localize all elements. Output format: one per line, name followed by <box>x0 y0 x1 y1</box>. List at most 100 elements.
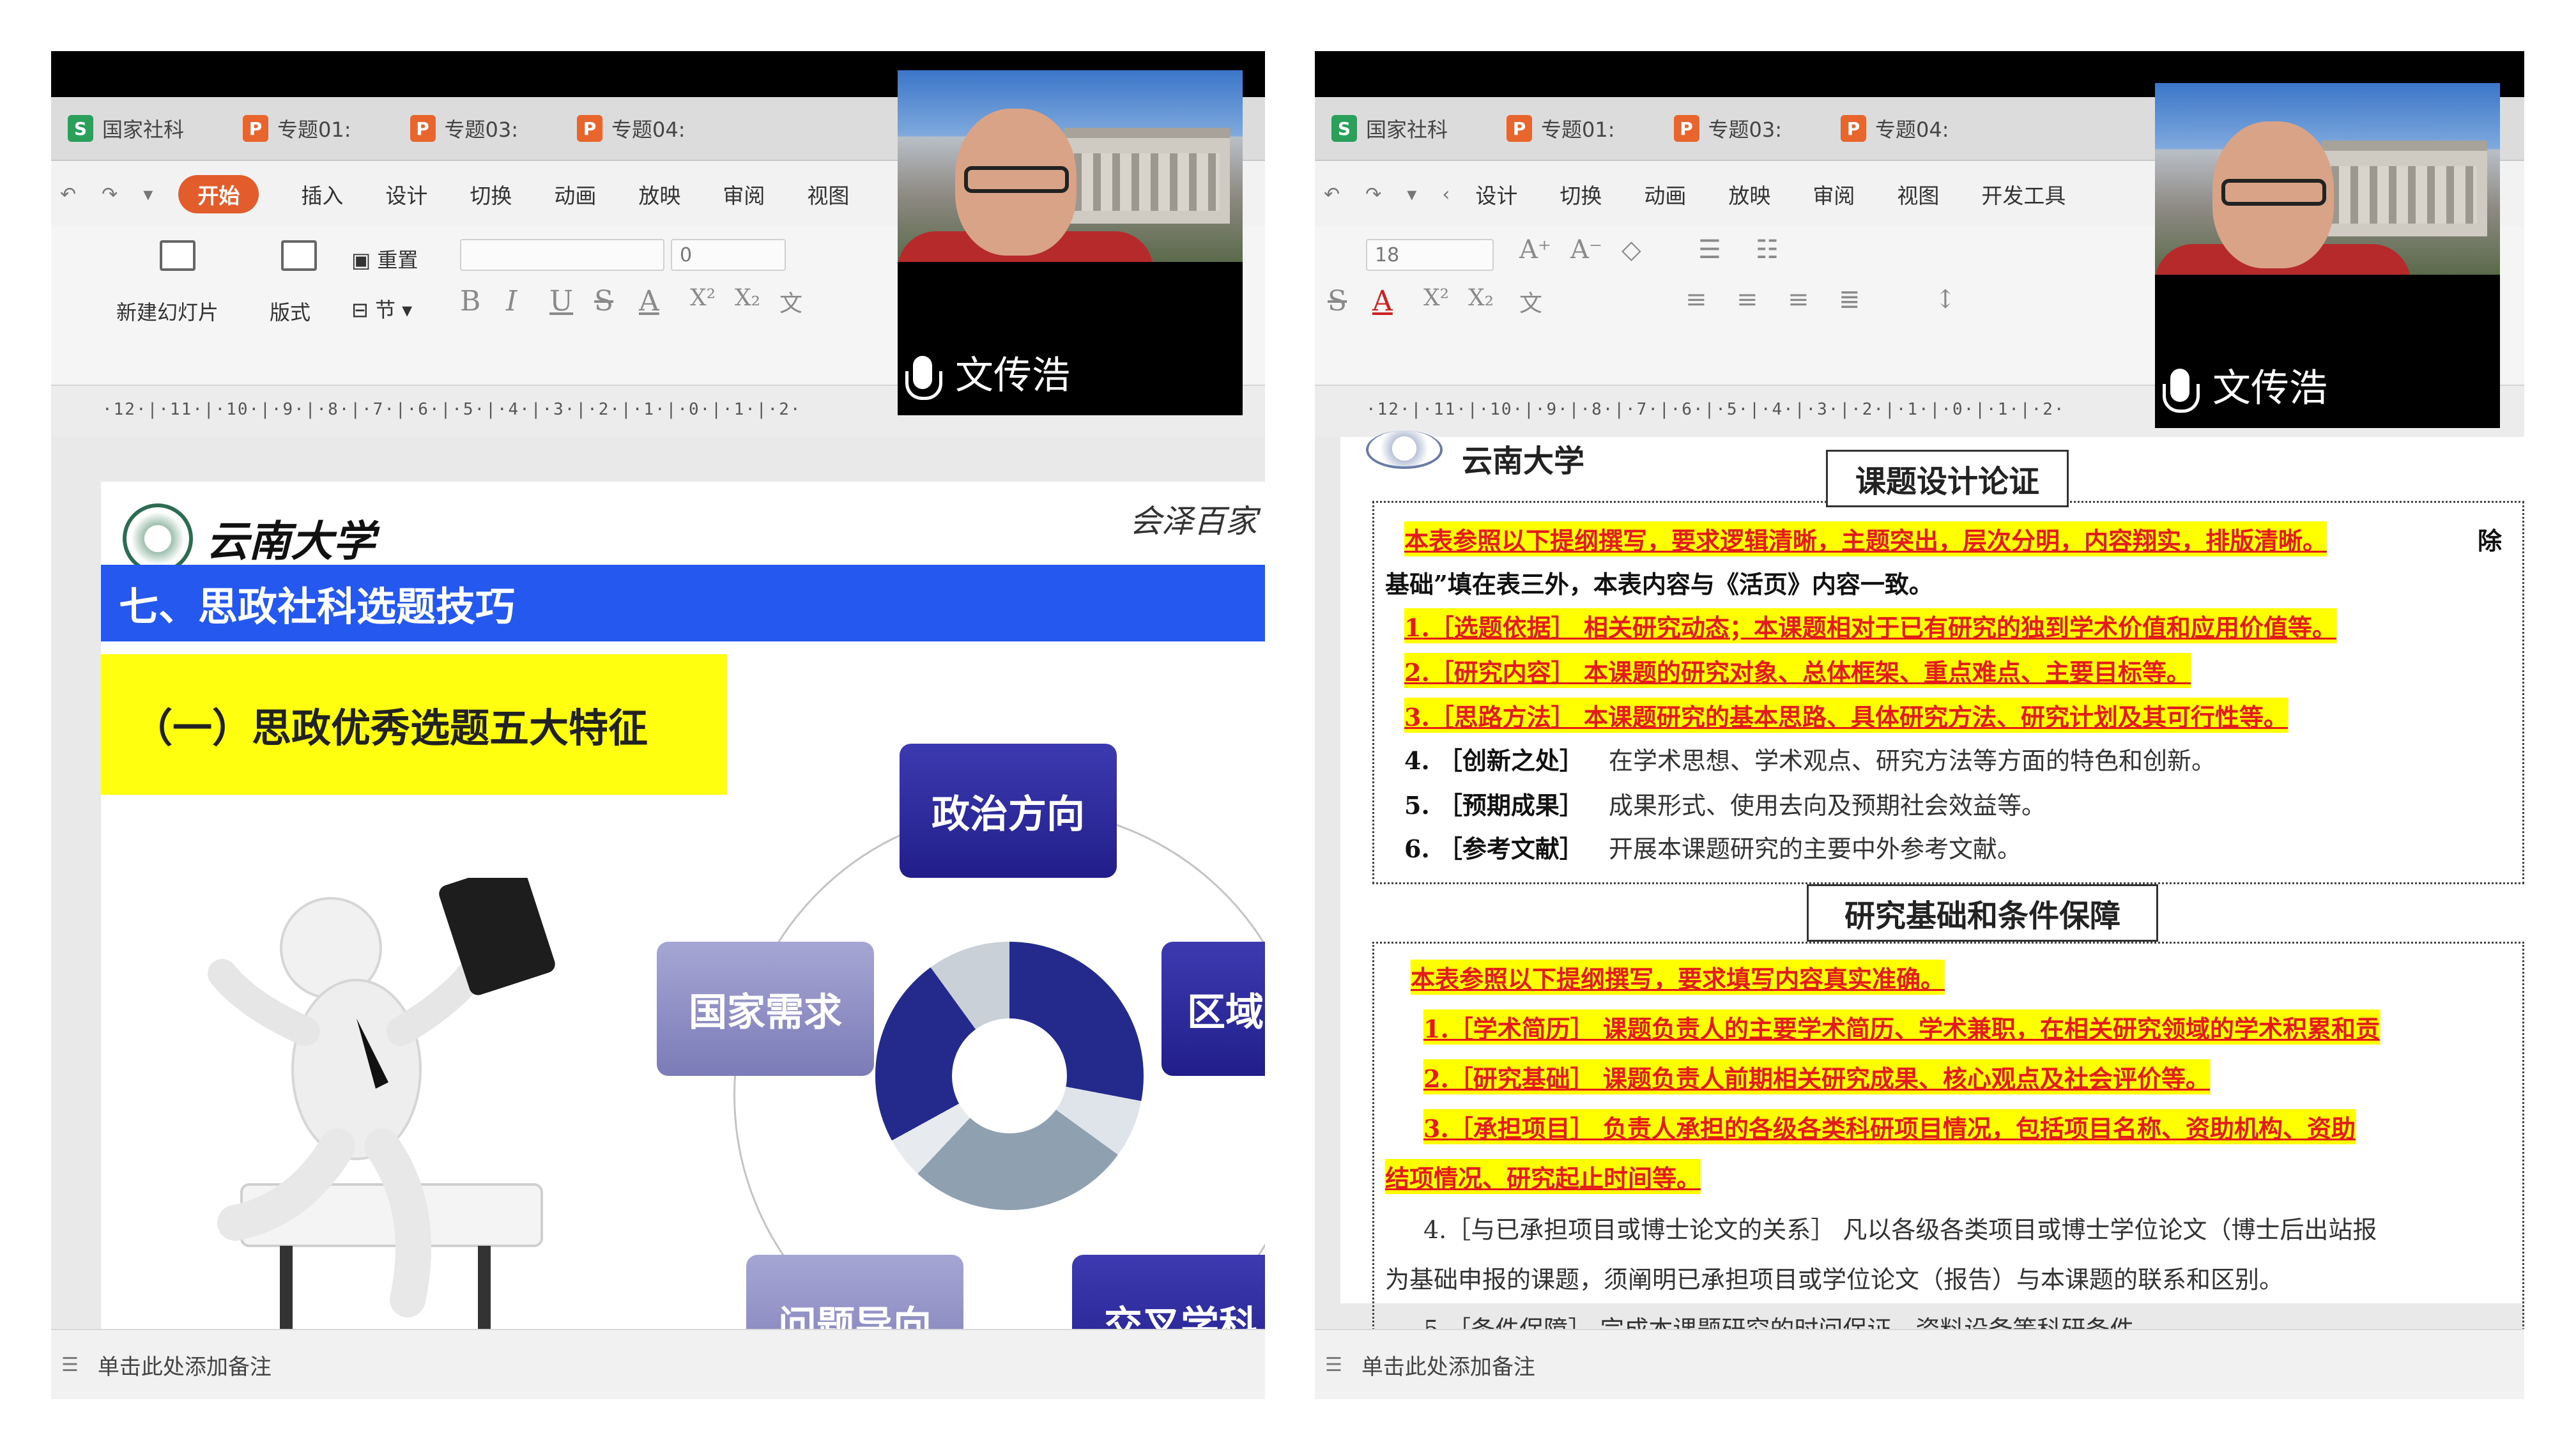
font-color-icon[interactable]: A <box>1372 285 1393 318</box>
menu-animation[interactable]: 动画 <box>1644 179 1686 210</box>
notes-bar[interactable]: ☰ 单击此处添加备注 <box>51 1329 1265 1399</box>
doc-tab-guojiasheke[interactable]: S 国家社科 <box>51 103 201 153</box>
doc-line: 2.［研究基础］ 课题负责人前期相关研究成果、核心观点及社会评价等。 <box>1423 1059 2210 1094</box>
quick-access-dropdown-icon[interactable]: ▾ <box>143 183 153 206</box>
numbered-list-icon[interactable]: ☷ <box>1756 235 1779 264</box>
doc-line: 结项情况、研究起止时间等。 <box>1385 1159 1701 1194</box>
menu-slideshow[interactable]: 放映 <box>1728 179 1770 210</box>
doc-line: 本表参照以下提纲撰写，要求填写内容真实准确。 <box>1411 960 1945 995</box>
presentation-file-icon: P <box>1841 115 1867 142</box>
undo-icon[interactable]: ↶ <box>60 183 76 206</box>
menu-start[interactable]: 开始 <box>178 175 259 213</box>
menu-design[interactable]: 设计 <box>385 179 427 210</box>
video-overlay[interactable]: 文传浩 <box>2155 83 2500 428</box>
presentation-file-icon: P <box>1506 115 1533 142</box>
video-overlay[interactable]: 文传浩 <box>898 70 1243 415</box>
font-name-field[interactable] <box>460 239 664 271</box>
phonetic-guide-icon[interactable]: 文 <box>779 285 802 318</box>
participant-name: 文传浩 <box>2212 366 2327 411</box>
slide[interactable]: 云南大学 会泽百家 七、思政社科选题技巧 （一）思政优秀选题五大特征 政治方向 <box>101 482 1265 1399</box>
right-presentation-window: S 国家社科 P 专题01: P 专题03: P 专题04: ↶ ↷ ▾ ‹ 设… <box>1315 51 2524 1399</box>
university-seal-icon <box>1366 431 1443 469</box>
doc-line: 基础”填在表三外，本表内容与《活页》内容一致。 <box>1385 570 1933 599</box>
reset-button[interactable]: ▣ 重置 <box>351 244 418 273</box>
line-spacing-icon[interactable]: ↕ <box>1935 285 1956 314</box>
menu-view[interactable]: 视图 <box>807 179 849 210</box>
doc-line: 3.［思路方法］ 本课题研究的基本思路、具体研究方法、研究计划及其可行性等。 <box>1404 698 2288 733</box>
clear-format-icon[interactable]: ◇ <box>1621 235 1641 264</box>
menu-insert[interactable]: 插入 <box>301 179 343 210</box>
menu-review[interactable]: 审阅 <box>1813 179 1855 210</box>
slide-subtitle: （一）思政优秀选题五大特征 <box>101 654 727 795</box>
superscript-icon[interactable]: X² <box>1423 285 1449 311</box>
italic-icon[interactable]: I <box>506 285 517 318</box>
menu-slideshow[interactable]: 放映 <box>638 179 680 210</box>
bold-icon[interactable]: B <box>460 285 480 318</box>
font-size-field[interactable]: 18 <box>1366 239 1494 271</box>
doc-line: 成果形式、使用去向及预期社会效益等。 <box>1609 792 2046 820</box>
align-left-icon[interactable]: ≡ <box>1685 285 1707 314</box>
doc-tab-guojiasheke[interactable]: S 国家社科 <box>1315 103 1464 153</box>
font-color-icon[interactable]: A <box>639 285 659 318</box>
doc-tab-label: 专题03: <box>444 118 519 142</box>
microphone-icon <box>2163 368 2200 413</box>
doc-line: 1.［学术简历］ 课题负责人的主要学术简历、学术兼职，在相关研究领域的学术积累和… <box>1423 1009 2380 1045</box>
bullet-list-icon[interactable]: ☰ <box>1698 235 1721 264</box>
doc-line: 3.［承担项目］ 负责人承担的各级各类科研项目情况，包括项目名称、资助机构、资助 <box>1423 1109 2356 1144</box>
notes-bar[interactable]: ☰ 单击此处添加备注 <box>1315 1329 2524 1399</box>
new-slide-button[interactable]: 新建幻灯片 <box>116 296 218 326</box>
menu-animation[interactable]: 动画 <box>554 179 596 210</box>
slide-canvas: 云南大学 会泽百家 七、思政社科选题技巧 （一）思政优秀选题五大特征 政治方向 <box>51 437 1265 1399</box>
section1-title: 课题设计论证 <box>1826 450 2069 507</box>
reset-label: 重置 <box>377 248 418 272</box>
underline-icon[interactable]: U <box>549 285 573 318</box>
university-name: 云南大学 <box>1462 443 1585 479</box>
notes-toggle-icon[interactable]: ☰ <box>1325 1354 1342 1376</box>
doc-tab-zhuanti01[interactable]: P 专题01: <box>1490 103 1632 153</box>
redo-icon[interactable]: ↷ <box>102 183 118 206</box>
menu-developer-tools[interactable]: 开发工具 <box>1981 179 2066 210</box>
menu-design[interactable]: 设计 <box>1475 179 1517 210</box>
doc-tab-zhuanti04[interactable]: P 专题04: <box>560 103 702 153</box>
strikethrough-icon[interactable]: S <box>594 285 613 318</box>
menu-review[interactable]: 审阅 <box>723 179 765 210</box>
increase-font-icon[interactable]: A⁺ <box>1519 235 1551 264</box>
notes-toggle-icon[interactable]: ☰ <box>61 1354 79 1376</box>
presentation-file-icon: P <box>577 115 603 142</box>
layout-button[interactable]: 版式 <box>270 296 310 326</box>
align-center-icon[interactable]: ≡ <box>1736 285 1758 314</box>
doc-tab-zhuanti03[interactable]: P 专题03: <box>1657 103 1799 153</box>
doc-tab-zhuanti04[interactable]: P 专题04: <box>1824 103 1966 153</box>
doc-tab-label: 专题01: <box>277 118 351 142</box>
font-size-field[interactable]: 0 <box>671 239 786 271</box>
doc-tab-zhuanti01[interactable]: P 专题01: <box>226 103 368 153</box>
menu-view[interactable]: 视图 <box>1897 179 1939 210</box>
decrease-font-icon[interactable]: A⁻ <box>1570 235 1602 264</box>
strikethrough-icon[interactable]: S <box>1328 285 1347 318</box>
phonetic-guide-icon[interactable]: 文 <box>1519 285 1542 318</box>
layout-icon[interactable] <box>281 240 317 271</box>
redo-icon[interactable]: ↷ <box>1365 183 1381 206</box>
subscript-icon[interactable]: X₂ <box>735 285 760 311</box>
collapse-ribbon-icon[interactable]: ‹ <box>1442 183 1450 206</box>
align-right-icon[interactable]: ≡ <box>1788 285 1809 314</box>
undo-icon[interactable]: ↶ <box>1324 183 1340 206</box>
menu-transition[interactable]: 切换 <box>1560 179 1602 210</box>
doc-tab-label: 专题04: <box>611 118 686 142</box>
doc-line: 本表参照以下提纲撰写，要求逻辑清晰，主题突出，层次分明，内容翔实，排版清晰。 <box>1404 521 2327 556</box>
subscript-icon[interactable]: X₂ <box>1468 285 1494 311</box>
doc-line: 2.［研究内容］ 本课题的研究对象、总体框架、重点难点、主要目标等。 <box>1404 653 2191 688</box>
hurdler-illustration <box>208 878 555 1399</box>
justify-icon[interactable]: ≣ <box>1839 285 1860 314</box>
doc-tab-label: 国家社科 <box>1366 118 1448 142</box>
slide[interactable]: 云南大学 课题设计论证 本表参照以下提纲撰写，要求逻辑清晰，主题突出，层次分明，… <box>1340 431 2524 1357</box>
section2-title: 研究基础和条件保障 <box>1807 884 2158 942</box>
superscript-icon[interactable]: X² <box>690 285 716 311</box>
doc-tab-label: 专题01: <box>1541 118 1615 142</box>
section-button[interactable]: ⊟ 节 ▾ <box>351 294 412 323</box>
doc-tab-zhuanti03[interactable]: P 专题03: <box>394 103 535 153</box>
menu-transition[interactable]: 切换 <box>470 179 512 210</box>
new-slide-icon[interactable] <box>160 240 195 271</box>
quick-access-dropdown-icon[interactable]: ▾ <box>1407 183 1416 206</box>
spreadsheet-file-icon: S <box>1331 115 1357 142</box>
